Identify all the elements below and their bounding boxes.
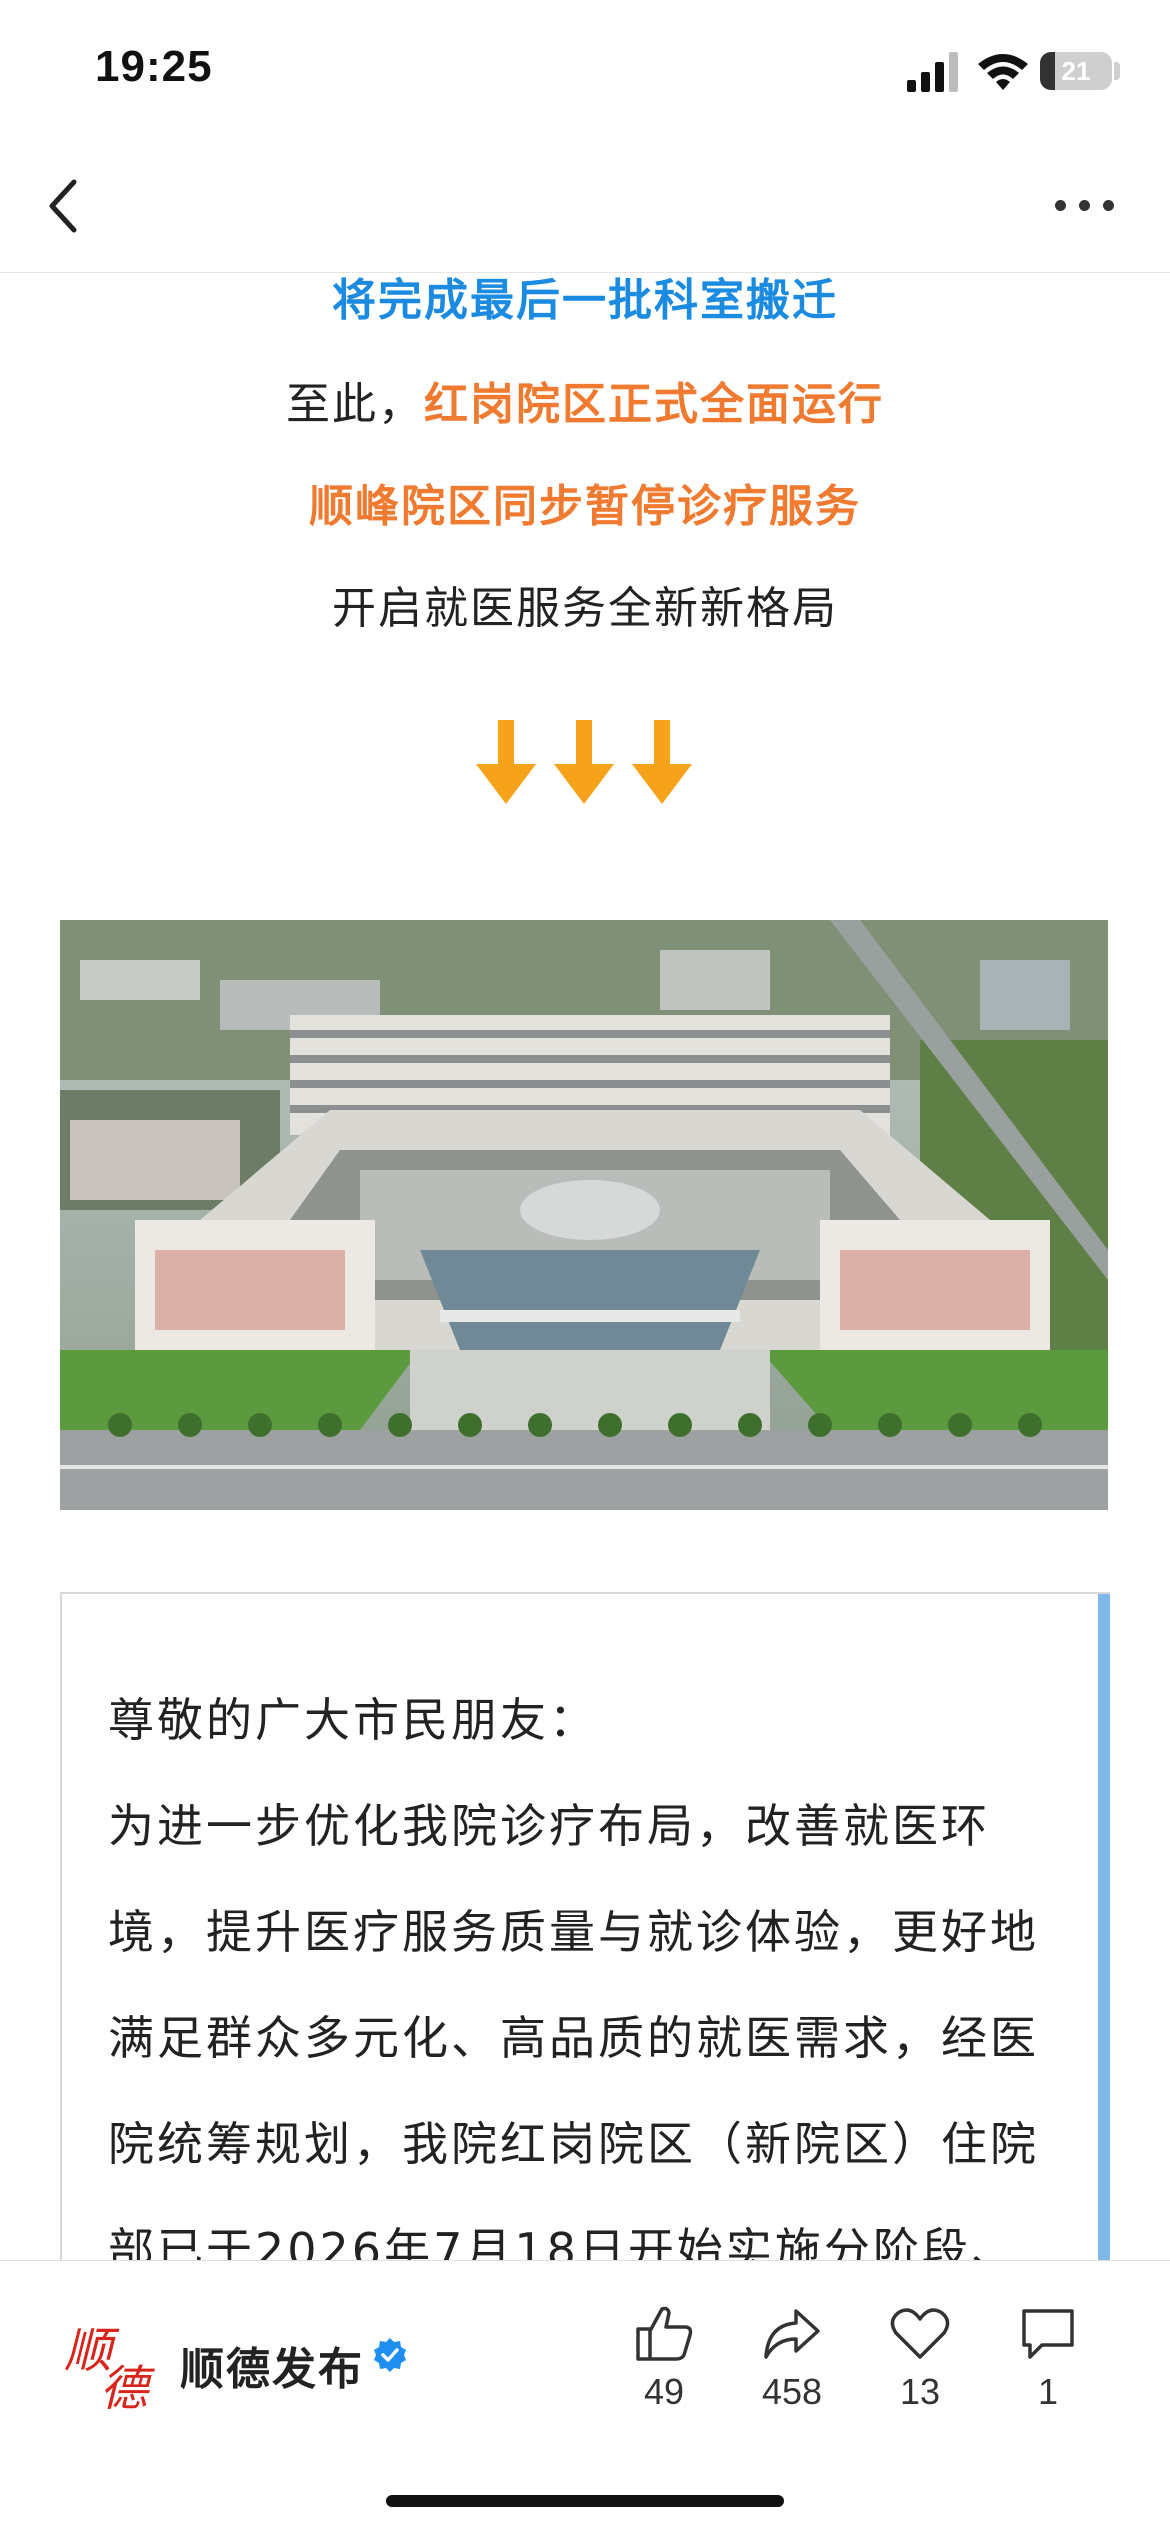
status-time: 19:25 xyxy=(95,42,213,91)
chevron-left-icon[interactable] xyxy=(40,176,90,236)
notice-line-4: 院统筹规划，我院红岗院区（新院区）住院 xyxy=(108,2117,1039,2171)
headline-highlight: 红岗院区正式全面运行 xyxy=(424,379,884,430)
comment-count: 1 xyxy=(1037,2371,1059,2412)
headline-line-3: 顺峰院区同步暂停诊疗服务 xyxy=(309,481,861,532)
headline-line-2: 至此，红岗院区正式全面运行 xyxy=(0,368,1170,432)
ellipsis-icon[interactable] xyxy=(1055,196,1115,216)
cellular-signal-icon xyxy=(907,52,958,92)
headline-line-4: 开启就医服务全新新格局 xyxy=(332,583,838,634)
share-button[interactable]: 458 xyxy=(742,2303,842,2413)
notice-line-3: 满足群众多元化、高品质的就医需求，经医 xyxy=(108,2011,1039,2065)
battery-level-text: 21 xyxy=(1061,56,1091,86)
share-icon xyxy=(764,2309,820,2359)
wifi-icon xyxy=(978,54,1028,90)
author-name[interactable]: 顺德发布 xyxy=(180,2333,364,2397)
article-content: 将完成最后一批科室搬迁 至此，红岗院区正式全面运行 顺峰院区同步暂停诊疗服务 开… xyxy=(0,272,1170,2260)
battery-tip xyxy=(1114,62,1120,80)
shunde-logo[interactable]: 顺 德 xyxy=(60,2309,160,2409)
headline-prefix: 至此， xyxy=(286,379,424,430)
top-nav-bar xyxy=(0,140,1170,273)
battery-indicator: 21 xyxy=(1040,52,1112,90)
like-button[interactable]: 49 xyxy=(614,2303,714,2413)
thumbs-up-icon xyxy=(636,2306,693,2361)
triple-down-arrow-icon xyxy=(476,720,692,804)
notice-line-5: 部已于2026年7月18日开始实施分阶段、 xyxy=(108,2223,1020,2260)
status-bar: 19:25 21 xyxy=(0,0,1170,140)
comment-icon xyxy=(1022,2309,1074,2359)
home-indicator xyxy=(386,2495,784,2507)
svg-text:德: 德 xyxy=(100,2361,155,2409)
headline-line-1: 将完成最后一批科室搬迁 xyxy=(332,275,838,326)
bottom-action-bar: 顺 德 顺德发布 49 458 13 1 xyxy=(0,2260,1170,2533)
notice-accent-bar xyxy=(1098,1594,1110,2260)
favorite-count: 13 xyxy=(899,2371,941,2412)
heart-icon xyxy=(890,2308,950,2359)
share-count: 458 xyxy=(761,2371,823,2412)
notice-line-1: 为进一步优化我院诊疗布局，改善就医环 xyxy=(108,1799,990,1853)
notice-salutation: 尊敬的广大市民朋友： xyxy=(108,1693,598,1747)
favorite-button[interactable]: 13 xyxy=(870,2303,970,2413)
verified-badge-icon xyxy=(374,2338,406,2372)
like-count: 49 xyxy=(643,2371,685,2412)
comment-button[interactable]: 1 xyxy=(998,2303,1098,2413)
hospital-aerial-photo xyxy=(60,920,1108,1510)
notice-box: 尊敬的广大市民朋友： 为进一步优化我院诊疗布局，改善就医环 境，提升医疗服务质量… xyxy=(60,1592,1110,2260)
notice-line-2: 境，提升医疗服务质量与就诊体验，更好地 xyxy=(108,1905,1039,1959)
